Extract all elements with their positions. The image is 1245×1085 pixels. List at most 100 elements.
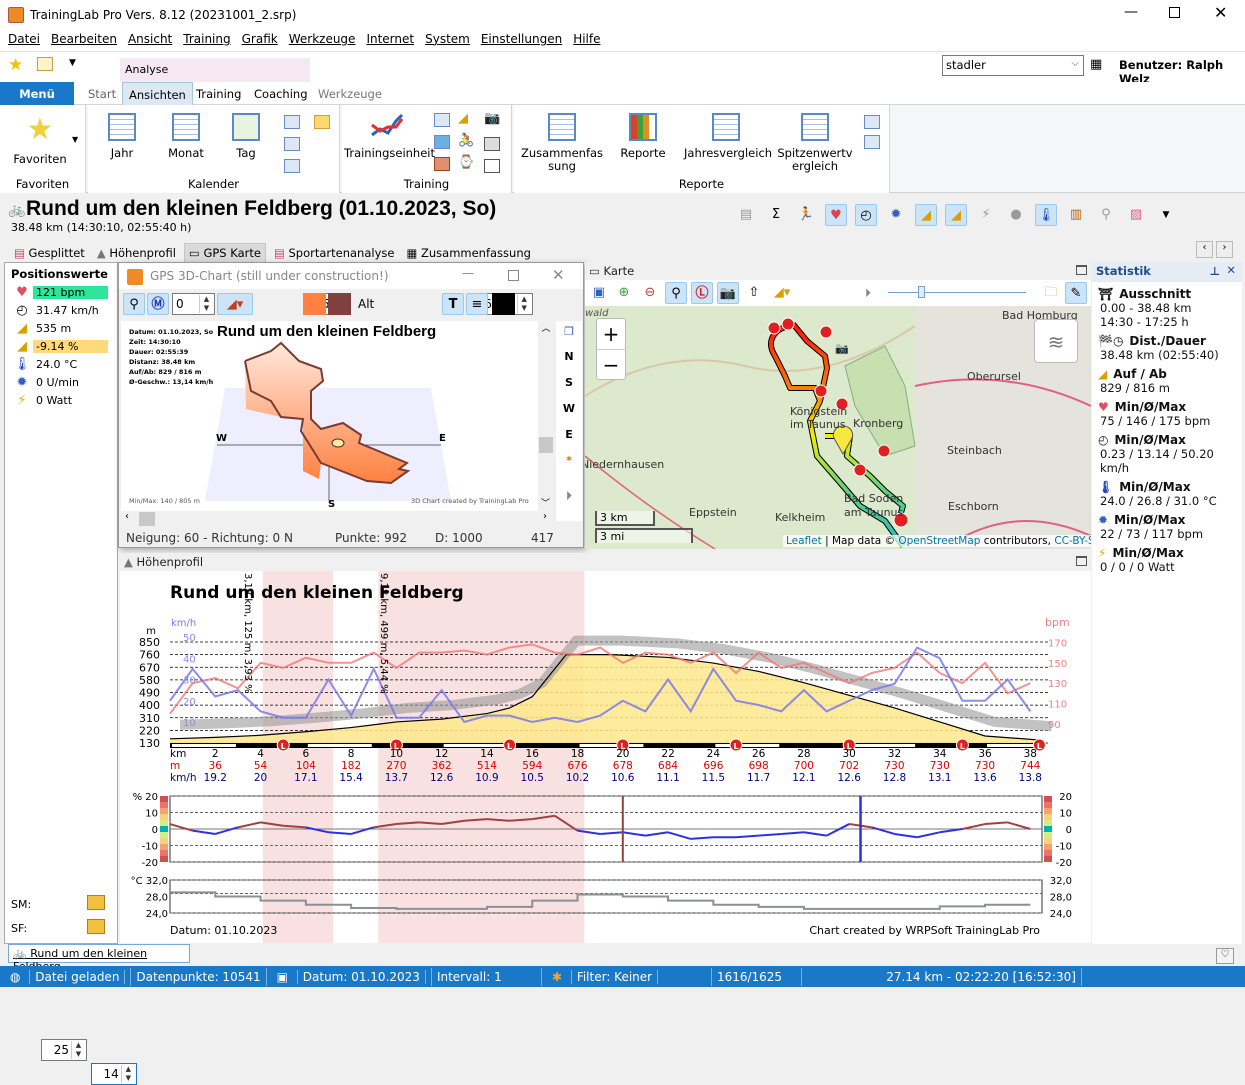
sm-folder-icon[interactable] bbox=[87, 895, 105, 910]
maximize-button[interactable] bbox=[1169, 7, 1180, 18]
menu-datei[interactable]: Datei bbox=[4, 30, 47, 51]
monat-button[interactable]: Monat bbox=[166, 113, 206, 160]
slider-thumb[interactable] bbox=[918, 286, 925, 298]
gradient-toggle-icon[interactable]: ◢ bbox=[945, 204, 967, 226]
heart-toggle-button[interactable]: ♡ bbox=[1216, 948, 1234, 964]
edit-map-icon[interactable]: ✎ bbox=[1065, 282, 1087, 304]
elevation-profile-chart[interactable]: Rund um den kleinen Feldberg850760670580… bbox=[120, 571, 1091, 943]
list-view-icon[interactable] bbox=[284, 115, 300, 129]
chart3d-horizontal-scrollbar[interactable]: ‹ › bbox=[121, 511, 554, 527]
lap-marker[interactable] bbox=[877, 444, 891, 458]
align-icon[interactable]: ≡ bbox=[466, 293, 488, 315]
chart3d-maximize-button[interactable] bbox=[508, 270, 519, 281]
layers-button[interactable]: ≋ bbox=[1034, 319, 1078, 363]
lap-markers-icon[interactable]: Ⓛ bbox=[691, 282, 713, 304]
temperature-toggle-icon[interactable]: 🌡 bbox=[1035, 204, 1057, 226]
next-view-button[interactable]: › bbox=[1216, 241, 1233, 258]
zoom-out-button[interactable]: − bbox=[597, 350, 625, 380]
sf-spinner[interactable]: ▲ ▼ bbox=[120, 1065, 135, 1083]
users-icon[interactable]: ▦ bbox=[1090, 57, 1102, 72]
device-icon[interactable] bbox=[484, 137, 500, 151]
view-free-button[interactable]: * bbox=[556, 454, 582, 467]
menu-werkzeuge[interactable]: Werkzeuge bbox=[285, 30, 363, 51]
tab-ansichten[interactable]: Ansichten bbox=[122, 82, 193, 105]
tab-start[interactable]: Start bbox=[82, 82, 122, 105]
compare-icon[interactable] bbox=[434, 113, 450, 127]
zoom-out-area-icon[interactable]: ⊖ bbox=[639, 282, 661, 304]
view-south-button[interactable]: S bbox=[556, 376, 582, 389]
select-area-icon[interactable]: ▣ bbox=[588, 282, 610, 304]
tab-training[interactable]: Training bbox=[190, 82, 247, 105]
runner-icon[interactable]: 🏃 bbox=[795, 204, 817, 226]
maximize-panel-button[interactable] bbox=[1076, 556, 1087, 566]
h-scroll-thumb[interactable] bbox=[139, 512, 155, 526]
cyclist-icon[interactable]: 🚴 bbox=[458, 133, 474, 148]
bar-chart-icon[interactable] bbox=[434, 135, 450, 149]
more-dropdown-icon[interactable]: ▼ bbox=[1155, 204, 1177, 226]
menu-system[interactable]: System bbox=[421, 30, 477, 51]
fill-color-swatch[interactable] bbox=[303, 293, 326, 315]
menu-bearbeiten[interactable]: Bearbeiten bbox=[47, 30, 124, 51]
sm-input[interactable]: 25 ▲ ▼ bbox=[41, 1039, 87, 1061]
globe-report-icon[interactable] bbox=[864, 135, 880, 149]
maximize-panel-button[interactable] bbox=[1076, 265, 1087, 275]
line-color-swatch[interactable] bbox=[328, 293, 351, 315]
profile-style-dropdown[interactable]: ◢▾ bbox=[217, 293, 253, 315]
pin-panel-icon[interactable]: ⊥ bbox=[1209, 264, 1220, 278]
favorite-star-icon[interactable]: ★ bbox=[8, 55, 23, 75]
profile-overlay-icon[interactable]: ◢▾ bbox=[771, 282, 793, 304]
menu-button[interactable]: Menü bbox=[0, 82, 74, 105]
scroll-thumb[interactable] bbox=[539, 437, 553, 453]
chart3d-field1[interactable]: 0 ▲ ▼ bbox=[172, 293, 215, 315]
close-panel-icon[interactable]: ✕ bbox=[1226, 263, 1236, 277]
profile-icon[interactable] bbox=[434, 157, 450, 171]
favoriten-button[interactable]: ★ Favoriten bbox=[8, 115, 72, 166]
view-tab-gps-karte[interactable]: ▭ GPS Karte bbox=[183, 243, 266, 263]
cadence-toggle-icon[interactable]: ✹ bbox=[885, 204, 907, 226]
alt-spinner[interactable]: ▲ ▼ bbox=[516, 295, 531, 313]
document-tab[interactable]: 🚲 Rund um den kleinen Feldberg bbox=[8, 944, 190, 973]
watch-icon[interactable]: ⌚ bbox=[458, 155, 474, 170]
zones-icon[interactable]: ▥ bbox=[1065, 204, 1087, 226]
lap-marker[interactable] bbox=[853, 463, 867, 477]
chart3d-minimize-button[interactable]: — bbox=[462, 266, 474, 280]
lap-marker[interactable] bbox=[814, 384, 828, 398]
reporte-button[interactable]: Reporte bbox=[618, 113, 668, 160]
sigma-icon[interactable]: Σ bbox=[765, 204, 787, 226]
view-east-button[interactable]: E bbox=[556, 428, 582, 441]
chart3d-close-button[interactable]: ✕ bbox=[552, 266, 565, 284]
copy-icon[interactable]: ❐ bbox=[556, 325, 582, 338]
chart3d-vertical-scrollbar[interactable]: ︿ ﹀ bbox=[538, 321, 554, 511]
table-icon[interactable] bbox=[864, 115, 880, 129]
leaflet-link[interactable]: Leaflet bbox=[786, 535, 822, 547]
view-west-button[interactable]: W bbox=[556, 402, 582, 415]
pin-tool-icon[interactable]: ⚲ bbox=[665, 282, 687, 304]
close-button[interactable]: ✕ bbox=[1214, 3, 1227, 22]
play-route-icon[interactable]: ⏵ bbox=[865, 286, 871, 301]
altitude-toggle-icon[interactable]: ◢ bbox=[915, 204, 937, 226]
menu-training[interactable]: Training bbox=[179, 30, 237, 51]
jahr-button[interactable]: Jahr bbox=[102, 113, 142, 160]
view-tab-hoehenprofil[interactable]: ▲ Höhenprofil bbox=[93, 244, 180, 262]
sm-spinner[interactable]: ▲ ▼ bbox=[71, 1041, 85, 1059]
print-calendar-icon[interactable] bbox=[284, 137, 300, 151]
text-toggle-icon[interactable]: T bbox=[442, 293, 464, 315]
zoom-search-icon[interactable]: ⚲ bbox=[1095, 204, 1117, 226]
lap-marker[interactable] bbox=[781, 317, 795, 331]
tab-werkzeuge[interactable]: Werkzeuge bbox=[312, 82, 388, 105]
zusammenfassung-button[interactable]: Zusammenfassung bbox=[518, 113, 606, 173]
chart-colors-icon[interactable]: ▨ bbox=[1125, 204, 1147, 226]
tag-button[interactable]: Tag bbox=[226, 113, 266, 160]
jahresvergleich-button[interactable]: Jahresvergleich bbox=[684, 113, 772, 160]
camera-icon[interactable]: 📷 bbox=[484, 111, 500, 126]
search-document-icon[interactable] bbox=[37, 57, 53, 71]
license-link[interactable]: CC-BY-SA bbox=[1054, 535, 1091, 547]
trainingseinheit-button[interactable]: Trainingseinheit bbox=[344, 113, 435, 160]
tab-coaching[interactable]: Coaching bbox=[248, 82, 314, 105]
heart-rate-toggle-icon[interactable]: ♥ bbox=[825, 204, 847, 226]
sf-input[interactable]: 14 ▲ ▼ bbox=[90, 1063, 137, 1085]
playback-slider[interactable] bbox=[888, 286, 1026, 298]
view-tab-zusammenfassung[interactable]: ▦ Zusammenfassung bbox=[402, 244, 534, 262]
user-select[interactable]: stadler ⌵ bbox=[942, 55, 1084, 76]
north-arrow-icon[interactable]: ⇧ bbox=[743, 282, 765, 304]
